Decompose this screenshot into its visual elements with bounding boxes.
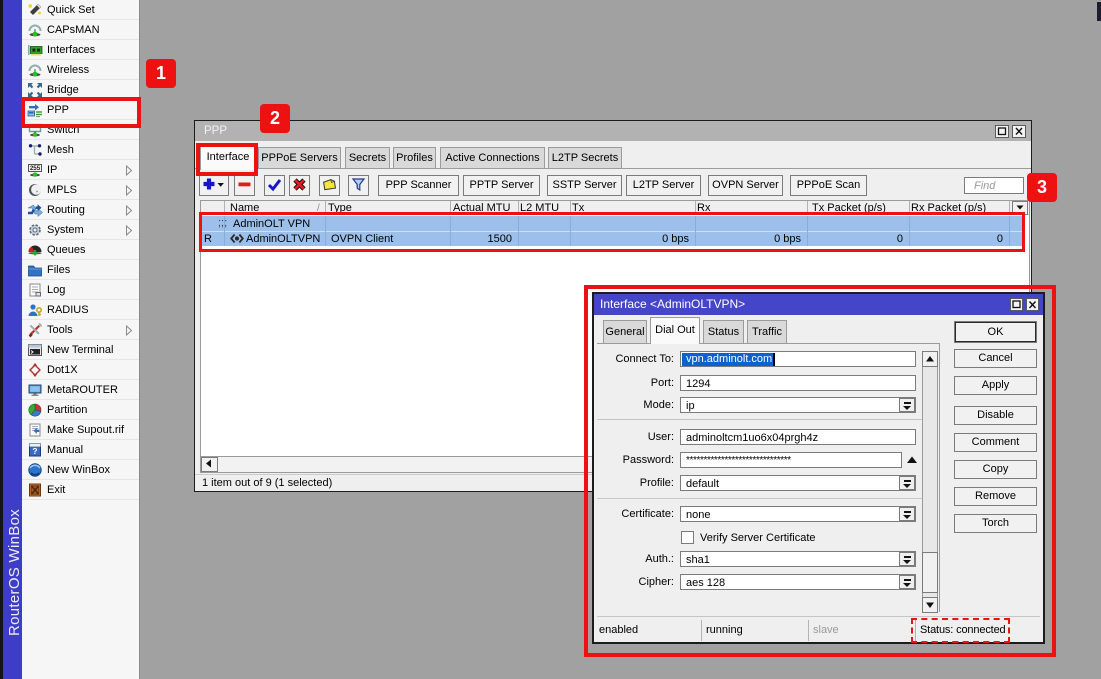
- svg-text:?: ?: [32, 446, 37, 456]
- svg-text:255: 255: [30, 165, 41, 172]
